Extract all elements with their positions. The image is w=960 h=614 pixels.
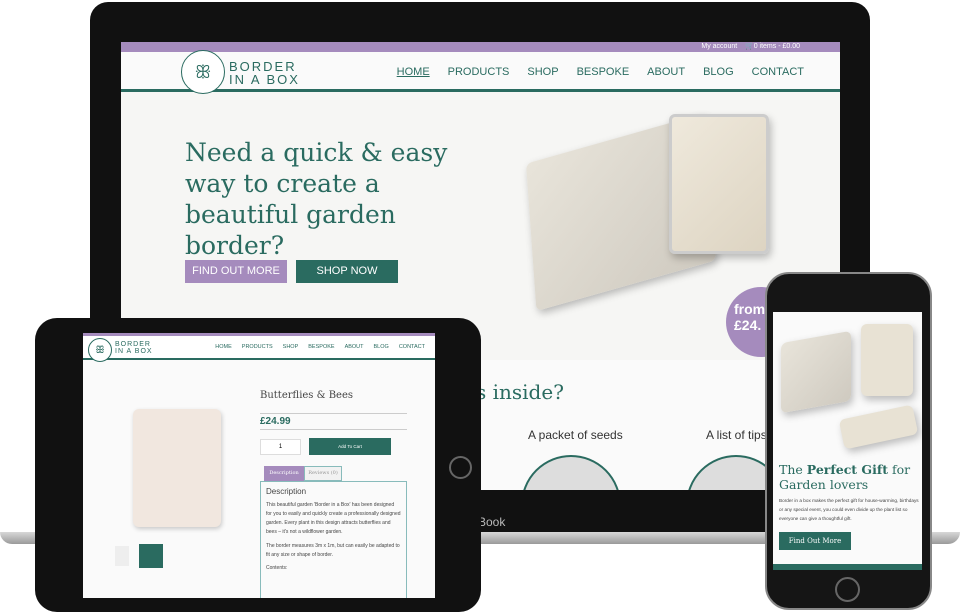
find-out-more-button[interactable]: FIND OUT MORE <box>185 260 287 283</box>
thumbnail-1[interactable] <box>115 546 129 566</box>
quantity-input[interactable]: 1 <box>260 439 301 455</box>
logo[interactable]: BORDER IN A BOX <box>229 60 300 86</box>
section-title: s inside? <box>476 380 564 404</box>
footer-bar <box>773 564 922 570</box>
logo[interactable]: BORDER IN A BOX <box>115 341 153 355</box>
phone-title: The Perfect Gift for Garden lovers <box>779 462 911 492</box>
butterfly-logo-icon[interactable]: ꕥ <box>181 50 225 94</box>
phone-body: Border in a box makes the perfect gift f… <box>779 498 919 521</box>
feature-seeds: A packet of seeds <box>528 428 623 442</box>
nav-blog[interactable]: BLOG <box>703 66 734 78</box>
my-account-link[interactable]: My account <box>701 43 737 50</box>
nav-bespoke[interactable]: BESPOKE <box>308 344 334 350</box>
phone-home-button <box>835 577 860 602</box>
nav-about[interactable]: ABOUT <box>647 66 685 78</box>
tab-description[interactable]: Description <box>264 466 304 481</box>
cart-link[interactable]: 0 items - £0.00 <box>754 43 800 50</box>
nav-shop[interactable]: SHOP <box>283 344 299 350</box>
card-image <box>838 404 919 450</box>
product-title: Butterflies & Bees <box>260 390 354 401</box>
find-out-more-button[interactable]: Find Out More <box>779 532 851 550</box>
add-to-cart-button[interactable]: Add To Cart <box>309 438 391 455</box>
nav-home[interactable]: HOME <box>215 344 232 350</box>
feature-tips: A list of tips <box>706 428 767 442</box>
nav-bespoke[interactable]: BESPOKE <box>577 66 630 78</box>
nav-products[interactable]: PRODUCTS <box>242 344 273 350</box>
nav-links: HOME PRODUCTS SHOP BESPOKE ABOUT BLOG CO… <box>215 344 425 350</box>
main-nav: ꕥ BORDER IN A BOX HOME PRODUCTS SHOP BESP… <box>83 336 435 362</box>
nav-home[interactable]: HOME <box>397 66 430 78</box>
nav-about[interactable]: ABOUT <box>345 344 364 350</box>
butterfly-logo-icon[interactable]: ꕥ <box>88 338 112 362</box>
nav-shop[interactable]: SHOP <box>527 66 558 78</box>
seeds-image <box>521 455 621 490</box>
product-price: £24.99 <box>260 413 407 430</box>
description-text-2: The border measures 3m x 1m, but can eas… <box>266 543 400 558</box>
tin-lid-image <box>861 324 913 396</box>
laptop-brand: Book <box>478 515 506 529</box>
nav-products[interactable]: PRODUCTS <box>448 66 510 78</box>
nav-contact[interactable]: CONTACT <box>399 344 425 350</box>
tab-reviews[interactable]: Reviews (0) <box>304 466 342 481</box>
open-tin-image <box>781 330 851 414</box>
top-bar: My account 🛒0 items - £0.00 <box>121 42 840 52</box>
description-text-1: This beautiful garden 'Border in a Box' … <box>266 502 401 535</box>
phone-screen: The Perfect Gift for Garden lovers Borde… <box>773 312 922 570</box>
tin-lid-image <box>669 114 769 254</box>
cart-icon[interactable]: 🛒 <box>745 43 754 50</box>
shop-now-button[interactable]: SHOP NOW <box>296 260 398 283</box>
description-heading: Description <box>266 487 307 496</box>
description-panel: Description This beautiful garden 'Borde… <box>260 481 407 598</box>
main-nav: ꕥ BORDER IN A BOX HOME PRODUCTS SHOP BESP… <box>121 50 840 94</box>
nav-contact[interactable]: CONTACT <box>752 66 804 78</box>
description-text-3: Contents: <box>266 565 288 571</box>
tablet-screen: ꕥ BORDER IN A BOX HOME PRODUCTS SHOP BESP… <box>83 333 435 598</box>
nav-blog[interactable]: BLOG <box>374 344 389 350</box>
hero-title: Need a quick & easy way to create a beau… <box>185 138 448 260</box>
thumbnail-2[interactable] <box>139 544 163 568</box>
tablet-home-button <box>449 456 472 479</box>
product-image <box>133 409 221 527</box>
nav-links: HOME PRODUCTS SHOP BESPOKE ABOUT BLOG CO… <box>397 66 804 78</box>
